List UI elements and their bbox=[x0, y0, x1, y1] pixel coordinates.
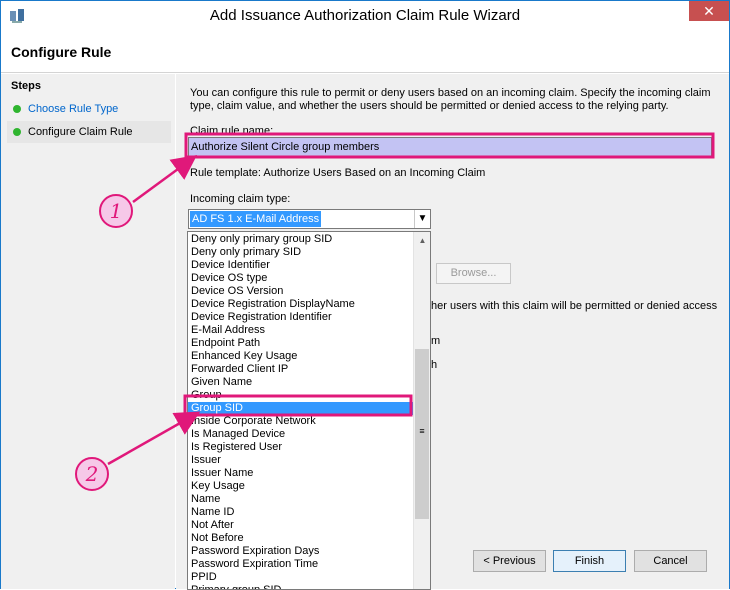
dropdown-option[interactable]: Inside Corporate Network bbox=[188, 415, 414, 428]
claim-type-dropdown-list[interactable]: Deny only primary group SID Deny only pri… bbox=[187, 231, 431, 590]
page-header: Configure Rule bbox=[1, 31, 729, 73]
step-complete-icon bbox=[13, 105, 21, 113]
previous-button[interactable]: < Previous bbox=[473, 550, 546, 572]
dropdown-option[interactable]: Name ID bbox=[188, 506, 414, 519]
dropdown-option[interactable]: Name bbox=[188, 493, 414, 506]
scroll-up-icon[interactable]: ▲ bbox=[414, 232, 430, 249]
dropdown-option[interactable]: Not Before bbox=[188, 532, 414, 545]
grip-icon: ≡ bbox=[419, 426, 425, 436]
finish-button[interactable]: Finish bbox=[553, 550, 626, 572]
dropdown-option[interactable]: Given Name bbox=[188, 376, 414, 389]
dropdown-option[interactable]: Issuer Name bbox=[188, 467, 414, 480]
incoming-claim-type-select[interactable]: AD FS 1.x E-Mail Address ▼ bbox=[188, 209, 431, 229]
dropdown-option[interactable]: Deny only primary SID bbox=[188, 246, 414, 259]
dropdown-scrollbar[interactable]: ▲ ≡ bbox=[413, 232, 430, 589]
title-bar: Add Issuance Authorization Claim Rule Wi… bbox=[1, 1, 729, 31]
browse-button[interactable]: Browse... bbox=[436, 263, 511, 284]
dropdown-option[interactable]: Device OS type bbox=[188, 272, 414, 285]
cancel-button[interactable]: Cancel bbox=[634, 550, 707, 572]
dropdown-option[interactable]: Key Usage bbox=[188, 480, 414, 493]
dropdown-option[interactable]: E-Mail Address bbox=[188, 324, 414, 337]
dropdown-option[interactable]: Endpoint Path bbox=[188, 337, 414, 350]
dropdown-option[interactable]: Deny only primary group SID bbox=[188, 233, 414, 246]
rule-description: You can configure this rule to permit or… bbox=[190, 87, 711, 112]
incoming-claim-type-label: Incoming claim type: bbox=[190, 193, 291, 205]
dropdown-option[interactable]: Device OS Version bbox=[188, 285, 414, 298]
step-configure-claim-rule[interactable]: Configure Claim Rule bbox=[7, 121, 171, 143]
dropdown-option[interactable]: Device Registration DisplayName bbox=[188, 298, 414, 311]
dropdown-option[interactable]: Device Identifier bbox=[188, 259, 414, 272]
scrollbar-thumb[interactable]: ≡ bbox=[415, 349, 429, 519]
dropdown-option[interactable]: Password Expiration Time bbox=[188, 558, 414, 571]
step-complete-icon bbox=[13, 128, 21, 136]
window-title: Add Issuance Authorization Claim Rule Wi… bbox=[209, 7, 521, 24]
steps-panel: Steps Choose Rule Type Configure Claim R… bbox=[1, 74, 175, 589]
dropdown-option[interactable]: Is Registered User bbox=[188, 441, 414, 454]
dropdown-option[interactable]: Not After bbox=[188, 519, 414, 532]
dropdown-option[interactable]: Forwarded Client IP bbox=[188, 363, 414, 376]
claim-rule-name-label: Claim rule name: bbox=[190, 125, 274, 137]
page-title: Configure Rule bbox=[11, 44, 112, 60]
rule-template-text: Rule template: Authorize Users Based on … bbox=[190, 167, 486, 179]
close-button[interactable]: ✕ bbox=[689, 1, 729, 21]
dropdown-option[interactable]: Issuer bbox=[188, 454, 414, 467]
dropdown-option[interactable]: Enhanced Key Usage bbox=[188, 350, 414, 363]
radio-option-partial-text: m bbox=[431, 335, 441, 347]
dropdown-option[interactable]: Is Managed Device bbox=[188, 428, 414, 441]
dropdown-option[interactable]: Password Expiration Days bbox=[188, 545, 414, 558]
dropdown-option[interactable]: Device Registration Identifier bbox=[188, 311, 414, 324]
claim-rule-name-input[interactable]: Authorize Silent Circle group members bbox=[188, 137, 712, 157]
dropdown-option[interactable]: Group SID bbox=[188, 402, 414, 415]
wizard-window: Add Issuance Authorization Claim Rule Wi… bbox=[0, 0, 730, 590]
permit-deny-partial-text: her users with this claim will be permit… bbox=[431, 300, 718, 312]
dropdown-option[interactable]: Primary group SID bbox=[188, 584, 414, 589]
step-label: Choose Rule Type bbox=[28, 103, 119, 115]
radio-option-partial-text: h bbox=[431, 359, 438, 371]
close-icon: ✕ bbox=[703, 3, 715, 19]
chevron-down-icon[interactable]: ▼ bbox=[414, 210, 430, 228]
incoming-claim-type-value: AD FS 1.x E-Mail Address bbox=[190, 211, 322, 227]
step-choose-rule-type[interactable]: Choose Rule Type bbox=[7, 98, 171, 120]
dropdown-option[interactable]: Group bbox=[188, 389, 414, 402]
step-label: Configure Claim Rule bbox=[28, 126, 133, 138]
dropdown-option[interactable]: PPID bbox=[188, 571, 414, 584]
steps-title: Steps bbox=[11, 80, 41, 92]
